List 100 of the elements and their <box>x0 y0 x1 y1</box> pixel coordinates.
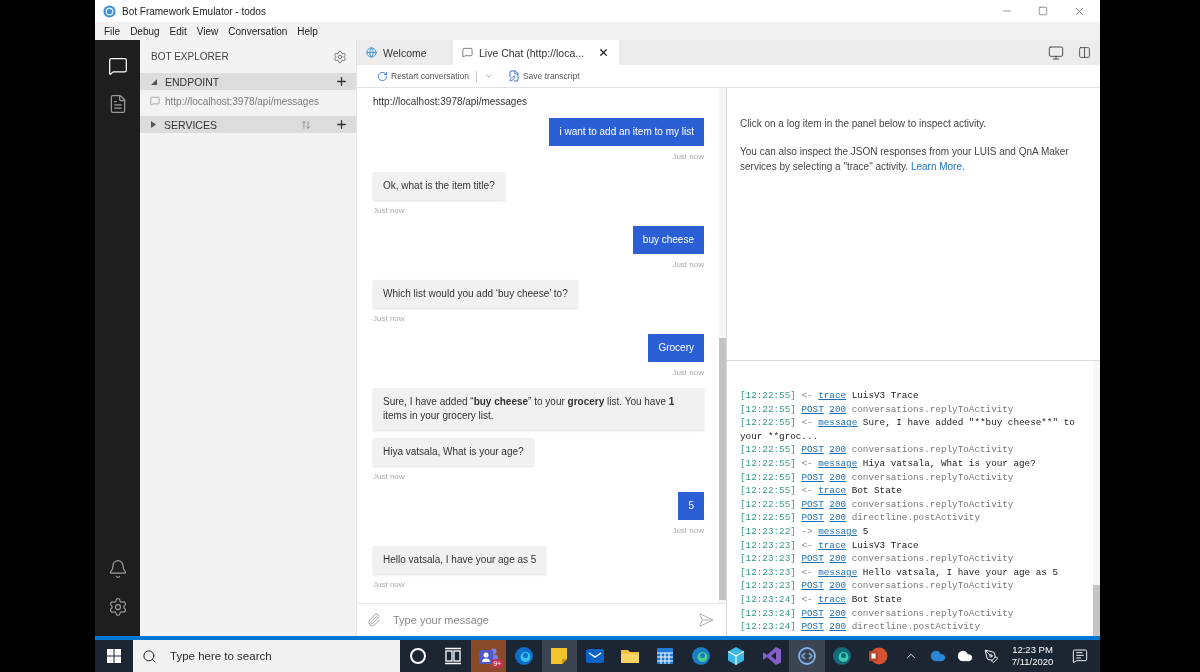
status-link[interactable]: 200 <box>829 512 847 524</box>
log-entry[interactable]: [12:23:23] POST 200 conversations.replyToActivity <box>740 579 1087 593</box>
browser-app-icon[interactable] <box>690 646 711 666</box>
log-entry[interactable]: [12:22:55] POST 200 conversations.replyToActivity <box>740 470 1087 485</box>
globe-icon <box>366 47 377 58</box>
activity-type-link[interactable]: trace <box>818 485 847 497</box>
log-entry[interactable]: [12:22:55] POST 200 conversations.replyToActivity <box>740 497 1087 512</box>
menu-item[interactable]: Help <box>292 25 323 37</box>
scrollbar-thumb[interactable] <box>719 338 726 600</box>
scrollbar[interactable] <box>719 88 726 603</box>
log-entry[interactable]: [12:23:24] POST 200 conversations.replyToActivity <box>740 606 1087 621</box>
log-entry[interactable]: [12:23:23] POST 200 conversations.replyToActivity <box>740 552 1087 566</box>
log-entry[interactable]: [12:22:55] <- message Hiya vatsala, What is your age? <box>740 456 1087 471</box>
learn-more-link[interactable]: Learn More. <box>910 161 965 172</box>
slides-app-icon[interactable] <box>867 646 888 666</box>
method-link[interactable]: POST <box>801 403 824 415</box>
settings-icon[interactable] <box>107 597 128 617</box>
ring-icon[interactable] <box>407 646 428 666</box>
activity-type-link[interactable]: trace <box>818 593 847 605</box>
status-link[interactable]: 200 <box>829 498 847 510</box>
log-entry[interactable]: [12:22:55] <- trace Bot State <box>740 484 1087 498</box>
log-entry[interactable]: [12:22:55] POST 200 directline.postActivity <box>740 511 1087 525</box>
calendar-app-icon[interactable] <box>655 646 676 666</box>
method-link[interactable]: POST <box>801 471 824 483</box>
status-link[interactable]: 200 <box>829 403 847 415</box>
browser-app-icon[interactable] <box>513 646 534 666</box>
log-entry[interactable]: [12:23:23] <- message Hello vatsala, I have your age as 5 <box>740 565 1087 580</box>
monitor-icon[interactable] <box>1048 44 1064 61</box>
activity-type-link[interactable]: trace <box>818 390 847 401</box>
status-link[interactable]: 200 <box>829 621 847 633</box>
log-entry[interactable]: [12:22:55] POST 200 conversations.replyToActivity <box>740 402 1087 417</box>
paperclip-icon[interactable] <box>367 613 381 627</box>
code-app-icon[interactable] <box>797 646 817 666</box>
scrollbar-thumb[interactable] <box>1093 585 1100 636</box>
chat-icon[interactable] <box>107 56 128 76</box>
activity-type-link[interactable]: message <box>818 417 858 429</box>
status-link[interactable]: 200 <box>829 580 847 592</box>
people-app-icon[interactable] <box>478 646 499 666</box>
method-link[interactable]: POST <box>801 580 824 592</box>
pen-icon[interactable] <box>984 648 999 664</box>
settings-icon[interactable] <box>333 49 347 64</box>
search-input[interactable]: Type here to search <box>168 649 400 663</box>
add-icon[interactable] <box>335 118 348 131</box>
menu-item[interactable]: Edit <box>164 25 192 37</box>
log-entry[interactable]: [12:22:55] <- message Sure, I have added "**buy cheese**" to your **groc... <box>740 416 1087 444</box>
message-input[interactable]: Type your message <box>393 612 686 628</box>
method-link[interactable]: POST <box>801 498 824 510</box>
caret-down-icon[interactable] <box>151 78 157 85</box>
log-entry[interactable]: [12:22:55] <- trace LuisV3 Trace <box>740 389 1087 403</box>
method-link[interactable]: POST <box>801 621 824 633</box>
log-entry[interactable]: [12:22:55] POST 200 conversations.replyToActivity <box>740 443 1087 457</box>
method-link[interactable]: POST <box>801 607 824 619</box>
ribbon-app-icon[interactable] <box>761 646 782 666</box>
section-header[interactable]: SERVICES <box>140 116 356 133</box>
search-field[interactable]: Type here to search <box>133 640 400 672</box>
tab[interactable]: Welcome <box>357 40 450 65</box>
section-header[interactable]: ENDPOINT <box>140 73 356 90</box>
clock[interactable]: 12:23 PM 7/11/2020 <box>1005 640 1060 672</box>
method-link[interactable]: POST <box>801 444 824 456</box>
note-app-icon[interactable] <box>549 646 570 666</box>
chat-icon <box>462 47 473 58</box>
activity-type-link[interactable]: message <box>818 525 858 537</box>
split-view-icon[interactable] <box>1078 46 1091 59</box>
log-entry[interactable]: [12:23:23] <- trace LuisV3 Trace <box>740 538 1087 553</box>
method-link[interactable]: POST <box>801 512 824 524</box>
activity-type-link[interactable]: trace <box>818 539 847 551</box>
bell-icon[interactable] <box>107 559 128 579</box>
activity-type-link[interactable]: message <box>818 457 858 469</box>
menu-item[interactable]: Conversation <box>223 25 293 37</box>
task-view-icon[interactable] <box>443 646 464 666</box>
log-entry[interactable]: [12:23:24] POST 200 directline.postActivity <box>740 620 1087 634</box>
menu-item[interactable]: File <box>99 25 126 37</box>
mail-app-icon[interactable] <box>584 646 605 666</box>
notification-icon[interactable] <box>1072 648 1088 664</box>
caret-right-icon[interactable] <box>151 121 156 128</box>
status-link[interactable]: 200 <box>829 553 847 565</box>
menu-item[interactable]: Debug <box>125 25 165 37</box>
restart-conversation-button[interactable]: Restart conversation <box>377 70 469 82</box>
cube-app-icon[interactable] <box>726 646 747 666</box>
status-link[interactable]: 200 <box>829 444 847 456</box>
status-link[interactable]: 200 <box>829 471 847 483</box>
start-icon[interactable] <box>107 649 121 663</box>
menu-item[interactable]: View <box>191 25 224 37</box>
bot-message: Hello vatsala, I have your age as 5 <box>373 546 547 574</box>
endpoint-item[interactable]: http://localhost:3978/api/messages <box>140 90 356 112</box>
log-entry[interactable]: [12:23:22] -> message 5 <box>740 524 1087 539</box>
method-link[interactable]: POST <box>801 553 824 565</box>
activity-type-link[interactable]: message <box>818 566 858 578</box>
taskbar-button[interactable] <box>541 640 577 672</box>
save-transcript-button[interactable]: Save transcript <box>507 70 580 82</box>
tab[interactable]: Live Chat (http://loca... <box>453 40 620 65</box>
status-link[interactable]: 200 <box>829 607 847 619</box>
taskbar-button[interactable] <box>789 640 825 672</box>
cloud-icon[interactable] <box>956 648 973 664</box>
add-icon[interactable] <box>335 75 348 88</box>
close-icon[interactable] <box>598 47 610 58</box>
message-time: Just now <box>373 580 405 590</box>
scrollbar[interactable] <box>1093 361 1100 636</box>
browser-app-icon[interactable] <box>832 646 853 666</box>
log-entry[interactable]: [12:23:24] <- trace Bot State <box>740 592 1087 607</box>
